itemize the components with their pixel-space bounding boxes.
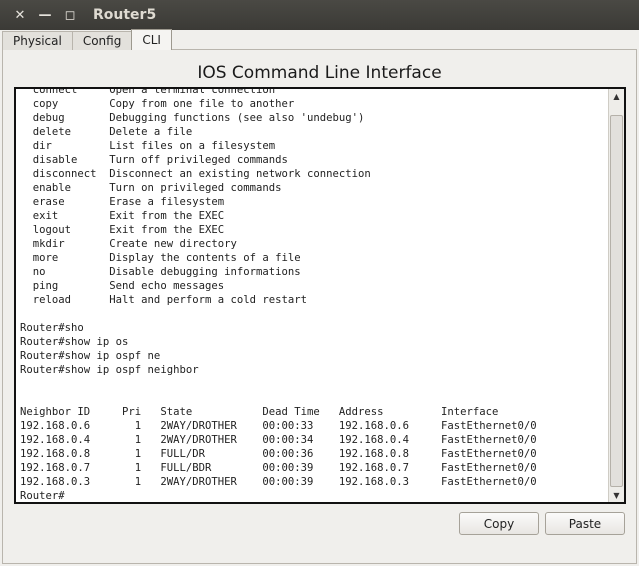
terminal-line: 192.168.0.3 1 2WAY/DROTHER 00:00:39 192.… [20,476,537,488]
paste-button[interactable]: Paste [545,512,625,535]
tab-config[interactable]: Config [71,31,133,50]
terminal-line: copy Copy from one file to another [20,98,295,110]
terminal-line: exit Exit from the EXEC [20,210,225,222]
terminal-line: more Display the contents of a file [20,252,301,264]
terminal-line: 192.168.0.4 1 2WAY/DROTHER 00:00:34 192.… [20,434,537,446]
title-bar: ✕ — ◻ Router5 [0,0,639,30]
terminal-line: dir List files on a filesystem [20,140,276,152]
tab-physical[interactable]: Physical [2,31,73,50]
terminal-line: Router# [20,490,65,502]
terminal-line: delete Delete a file [20,126,193,138]
terminal-line: erase Erase a filesystem [20,196,225,208]
terminal-output[interactable]: connect Open a terminal connection copy … [20,87,608,502]
terminal-line: 192.168.0.6 1 2WAY/DROTHER 00:00:33 192.… [20,420,537,432]
terminal-line: debug Debugging functions (see also 'und… [20,112,365,124]
terminal-line: disconnect Disconnect an existing networ… [20,168,371,180]
terminal-line: 192.168.0.7 1 FULL/BDR 00:00:39 192.168.… [20,462,537,474]
terminal-line: logout Exit from the EXEC [20,224,225,236]
terminal-line: 192.168.0.8 1 FULL/DR 00:00:36 192.168.0… [20,448,537,460]
window-title: Router5 [93,7,157,23]
scroll-up-icon[interactable]: ▲ [609,89,624,103]
close-icon[interactable]: ✕ [9,4,31,26]
cli-terminal[interactable]: connect Open a terminal connection copy … [14,87,626,504]
scrollbar-thumb[interactable] [610,115,623,488]
page-title: IOS Command Line Interface [197,63,442,83]
scroll-down-icon[interactable]: ▼ [609,488,624,502]
terminal-line: no Disable debugging informations [20,266,301,278]
terminal-line: enable Turn on privileged commands [20,182,282,194]
terminal-line: Router#show ip ospf ne [20,350,161,362]
terminal-line: disable Turn off privileged commands [20,154,288,166]
minimize-icon[interactable]: — [34,4,56,26]
terminal-line: connect Open a terminal connection [20,87,276,96]
terminal-line: Router#show ip ospf neighbor [20,364,199,376]
terminal-line: Router#sho [20,322,84,334]
tab-cli[interactable]: CLI [131,29,172,50]
terminal-line: Router#show ip os [20,336,129,348]
terminal-scrollbar[interactable]: ▲ ▼ [608,89,624,502]
terminal-line: mkdir Create new directory [20,238,237,250]
maximize-icon[interactable]: ◻ [59,4,81,26]
terminal-line: reload Halt and perform a cold restart [20,294,308,306]
terminal-line: ping Send echo messages [20,280,225,292]
tab-bar: Physical Config CLI [2,29,172,50]
terminal-line: Neighbor ID Pri State Dead Time Address … [20,406,499,418]
copy-button[interactable]: Copy [459,512,539,535]
